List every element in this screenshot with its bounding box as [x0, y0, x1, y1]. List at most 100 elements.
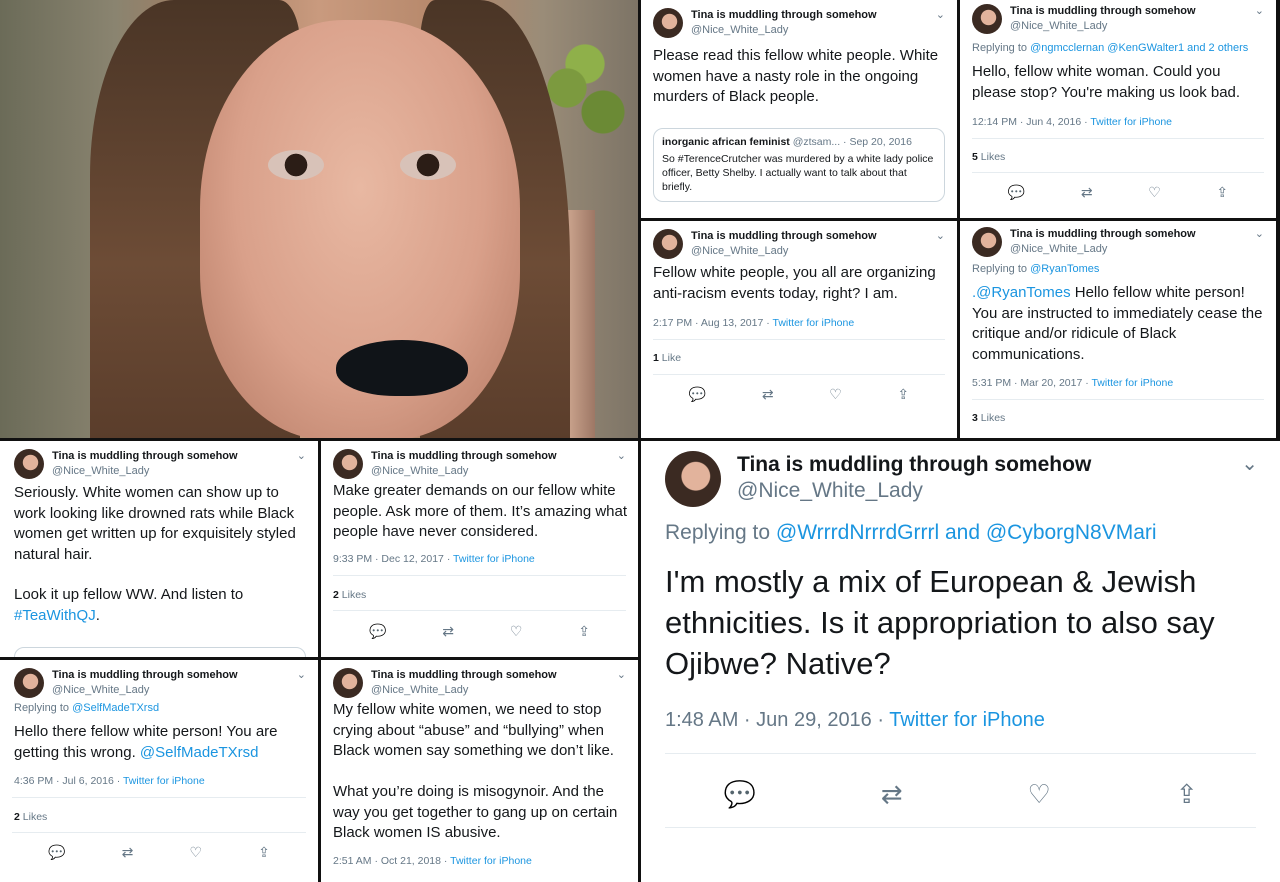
- avatar[interactable]: [653, 229, 683, 259]
- chevron-down-icon[interactable]: ⌄: [297, 449, 306, 462]
- chevron-down-icon[interactable]: ⌄: [1241, 451, 1258, 476]
- avatar[interactable]: [665, 451, 721, 507]
- tweet-header: Tina is muddling through somehow @Nice_W…: [14, 449, 306, 483]
- chevron-down-icon[interactable]: ⌄: [936, 229, 945, 242]
- share-icon[interactable]: ⇪: [578, 623, 590, 640]
- tweet-meta: 12:14 PM · Jun 4, 2016 · Twitter for iPh…: [972, 116, 1268, 128]
- reply-icon[interactable]: 💬: [689, 386, 706, 403]
- retweet-icon[interactable]: ⇄: [122, 844, 134, 861]
- author-handle[interactable]: @Nice_White_Lady: [371, 684, 468, 696]
- author-name[interactable]: Tina is muddling through somehow: [691, 230, 877, 242]
- tweet-header: Tina is muddling through somehow @Nice_W…: [972, 227, 1264, 261]
- tweet-card-3[interactable]: Tina is muddling through somehow @Nice_W…: [641, 221, 957, 438]
- reply-mentions-link[interactable]: @SelfMadeTXrsd: [72, 702, 159, 714]
- reply-mentions-link[interactable]: @RyanTomes: [1030, 263, 1099, 275]
- author-handle[interactable]: @Nice_White_Lady: [1010, 243, 1107, 255]
- heart-icon[interactable]: ♡: [1027, 779, 1050, 810]
- like-count[interactable]: 3 Likes: [972, 412, 1005, 424]
- hashtag-link[interactable]: #TeaWithQJ: [14, 607, 96, 624]
- reply-icon[interactable]: 💬: [723, 779, 755, 810]
- reply-icon[interactable]: 💬: [369, 623, 386, 640]
- like-count[interactable]: 5 Likes: [972, 151, 1005, 163]
- tweet-card-5[interactable]: Tina is muddling through somehow @Nice_W…: [0, 441, 318, 657]
- retweet-icon[interactable]: ⇄: [1081, 184, 1093, 201]
- avatar[interactable]: [972, 4, 1002, 34]
- tweet-source-link[interactable]: Twitter for iPhone: [453, 553, 535, 565]
- likes-number: 5: [972, 151, 978, 163]
- tweet-header: Tina is muddling through somehow @Nice_W…: [653, 229, 945, 263]
- tweet-card-7[interactable]: Tina is muddling through somehow @Nice_W…: [0, 660, 318, 882]
- tweet-time: 12:14 PM · Jun 4, 2016 ·: [972, 116, 1088, 128]
- chevron-down-icon[interactable]: ⌄: [297, 668, 306, 681]
- tweet-source-link[interactable]: Twitter for iPhone: [772, 317, 854, 329]
- author-handle[interactable]: @Nice_White_Lady: [371, 465, 468, 477]
- avatar[interactable]: [333, 449, 363, 479]
- divider: [665, 827, 1256, 828]
- tweet-source-link[interactable]: Twitter for iPhone: [123, 775, 205, 787]
- share-icon[interactable]: ⇪: [258, 844, 270, 861]
- tweet-card-1[interactable]: Tina is muddling through somehow @Nice_W…: [641, 0, 957, 218]
- reply-mentions-link[interactable]: @WrrrdNrrrdGrrrl and @CyborgN8VMari: [776, 521, 1157, 544]
- author-handle[interactable]: @Nice_White_Lady: [52, 684, 149, 696]
- author-handle[interactable]: @Nice_White_Lady: [52, 465, 149, 477]
- author-name[interactable]: Tina is muddling through somehow: [52, 450, 238, 462]
- chevron-down-icon[interactable]: ⌄: [1255, 4, 1264, 17]
- author-handle[interactable]: @Nice_White_Lady: [737, 479, 923, 503]
- author-name[interactable]: Tina is muddling through somehow: [1010, 228, 1196, 240]
- avatar[interactable]: [333, 668, 363, 698]
- mention-link[interactable]: @SelfMadeTXrsd: [140, 744, 259, 761]
- tweet-card-8[interactable]: Tina is muddling through somehow @Nice_W…: [321, 660, 638, 882]
- avatar[interactable]: [653, 8, 683, 38]
- tweet-source-link[interactable]: Twitter for iPhone: [450, 855, 532, 867]
- chevron-down-icon[interactable]: ⌄: [936, 8, 945, 21]
- retweet-icon[interactable]: ⇄: [881, 779, 903, 810]
- chevron-down-icon[interactable]: ⌄: [617, 668, 626, 681]
- author-name[interactable]: Tina is muddling through somehow: [52, 669, 238, 681]
- author-name[interactable]: Tina is muddling through somehow: [691, 9, 877, 21]
- author-name[interactable]: Tina is muddling through somehow: [737, 453, 1091, 477]
- quoted-tweet-preview[interactable]: [14, 647, 306, 657]
- share-icon[interactable]: ⇪: [1176, 779, 1198, 810]
- author-name[interactable]: Tina is muddling through somehow: [371, 450, 557, 462]
- share-icon[interactable]: ⇪: [1216, 184, 1228, 201]
- author-handle[interactable]: @Nice_White_Lady: [691, 245, 788, 257]
- heart-icon[interactable]: ♡: [189, 844, 202, 861]
- tweet-source-link[interactable]: Twitter for iPhone: [1090, 116, 1172, 128]
- dark-lipstick: [336, 340, 468, 396]
- tweet-text: .@RyanTomes Hello fellow white person! Y…: [972, 283, 1266, 365]
- like-count[interactable]: 2 Likes: [333, 589, 366, 601]
- retweet-icon[interactable]: ⇄: [762, 386, 774, 403]
- likes-label: Likes: [980, 412, 1006, 424]
- like-count[interactable]: 1 Like: [653, 352, 681, 364]
- reply-icon[interactable]: 💬: [48, 844, 65, 861]
- tweet-text: Please read this fellow white people. Wh…: [653, 47, 939, 105]
- quoted-tweet[interactable]: inorganic african feminist @ztsam... · S…: [653, 128, 945, 202]
- avatar[interactable]: [972, 227, 1002, 257]
- share-icon[interactable]: ⇪: [897, 386, 909, 403]
- author-name[interactable]: Tina is muddling through somehow: [1010, 5, 1196, 17]
- author-handle[interactable]: @Nice_White_Lady: [1010, 20, 1107, 32]
- author-name[interactable]: Tina is muddling through somehow: [371, 669, 557, 681]
- tweet-card-2[interactable]: Tina is muddling through somehow @Nice_W…: [960, 0, 1276, 218]
- chevron-down-icon[interactable]: ⌄: [617, 449, 626, 462]
- divider: [972, 399, 1264, 400]
- tweet-card-6[interactable]: Tina is muddling through somehow @Nice_W…: [321, 441, 638, 657]
- avatar[interactable]: [14, 449, 44, 479]
- author-handle[interactable]: @Nice_White_Lady: [691, 24, 788, 36]
- heart-icon[interactable]: ♡: [829, 386, 842, 403]
- reply-mentions-link[interactable]: @ngmcclernan @KenGWalter1 and 2 others: [1030, 42, 1248, 54]
- tweet-card-4[interactable]: Tina is muddling through somehow @Nice_W…: [960, 221, 1276, 438]
- chevron-down-icon[interactable]: ⌄: [1255, 227, 1264, 240]
- reply-icon[interactable]: 💬: [1008, 184, 1025, 201]
- tweet-source-link[interactable]: Twitter for iPhone: [1091, 377, 1173, 389]
- tweet-source-link[interactable]: Twitter for iPhone: [889, 709, 1045, 731]
- heart-icon[interactable]: ♡: [1148, 184, 1161, 201]
- tweet-card-featured[interactable]: Tina is muddling through somehow @Nice_W…: [641, 441, 1280, 882]
- heart-icon[interactable]: ♡: [510, 623, 523, 640]
- like-count[interactable]: 2 Likes: [14, 811, 47, 823]
- avatar[interactable]: [14, 668, 44, 698]
- replying-to: Replying to @RyanTomes: [972, 263, 1268, 275]
- mention-link[interactable]: .@RyanTomes: [972, 284, 1071, 301]
- tweet-actions: 💬 ⇄ ♡ ⇪: [20, 841, 298, 863]
- retweet-icon[interactable]: ⇄: [442, 623, 454, 640]
